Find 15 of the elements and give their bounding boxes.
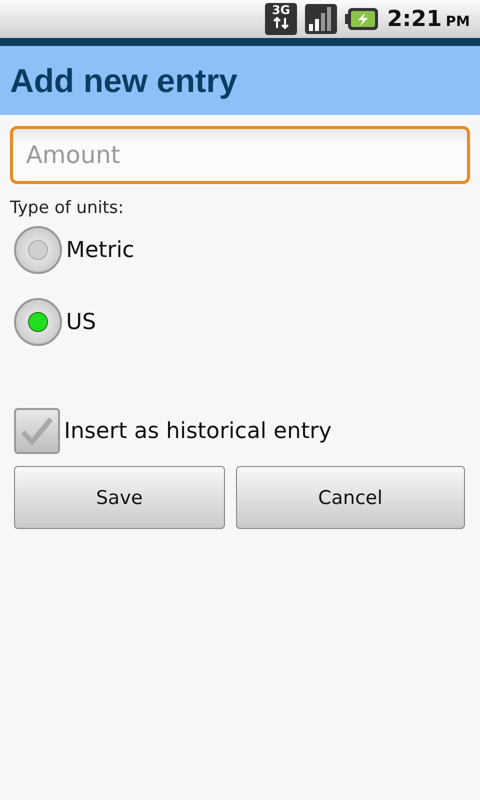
- screen-title: Add new entry: [10, 62, 238, 100]
- radio-button[interactable]: [14, 298, 62, 346]
- clock: 2:21 PM: [387, 6, 470, 32]
- signal-icon: [305, 4, 338, 34]
- amount-field[interactable]: Amount: [10, 126, 470, 184]
- network-type-icon: 3G: [265, 3, 298, 35]
- save-button[interactable]: Save: [14, 466, 225, 529]
- battery-charging-icon: [345, 7, 380, 31]
- radio-label[interactable]: US: [66, 310, 96, 334]
- cancel-button[interactable]: Cancel: [236, 466, 465, 529]
- checkbox[interactable]: [14, 408, 60, 454]
- units-label: Type of units:: [10, 198, 125, 218]
- checkbox-label[interactable]: Insert as historical entry: [64, 418, 332, 444]
- radio-label[interactable]: Metric: [66, 238, 134, 262]
- radio-button[interactable]: [14, 226, 62, 274]
